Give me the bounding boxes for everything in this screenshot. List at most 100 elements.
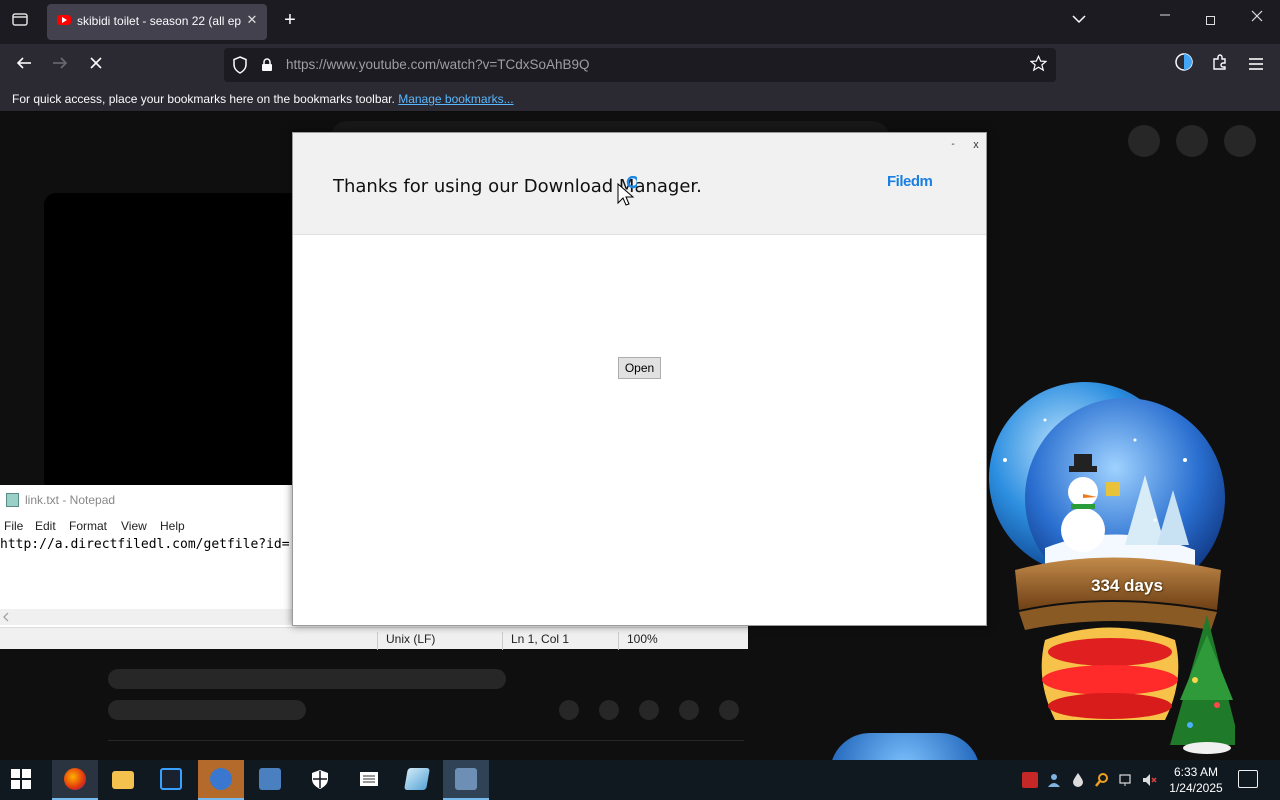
chevron-down-icon (1072, 15, 1086, 24)
notepad-status-bar: Unix (LF) Ln 1, Col 1 100% (0, 627, 748, 650)
menu-view[interactable]: View (121, 519, 147, 533)
download-manager-dialog[interactable]: Thanks for using our Download Manager. F… (292, 132, 987, 626)
snow-globe-countdown-gadget[interactable]: 334 days (985, 380, 1235, 755)
header-skeleton-circle (1176, 125, 1208, 157)
firefox-view-button[interactable] (8, 11, 32, 33)
taskbar-security[interactable] (297, 760, 343, 800)
video-player[interactable] (44, 193, 304, 493)
notes-app-icon (404, 768, 430, 790)
tray-red-icon[interactable] (1022, 772, 1038, 788)
file-explorer-icon (112, 771, 134, 789)
bookmark-star-icon[interactable] (1029, 54, 1048, 77)
network-icon[interactable] (1118, 772, 1134, 788)
header-skeleton-circle (1224, 125, 1256, 157)
computer-icon (259, 768, 281, 790)
stop-icon (90, 57, 102, 69)
cursor-position-status: Ln 1, Col 1 (502, 632, 569, 650)
taskbar-app[interactable] (198, 760, 244, 800)
taskbar-firefox[interactable] (52, 760, 98, 800)
volume-muted-icon[interactable] (1141, 772, 1157, 788)
new-tab-button[interactable]: + (279, 9, 301, 32)
download-manager-icon (455, 768, 477, 790)
hamburger-menu-icon (1249, 58, 1263, 70)
header-skeleton-circle (1128, 125, 1160, 157)
taskbar-download-manager[interactable] (443, 760, 489, 800)
action-skeleton (639, 700, 659, 720)
action-skeleton (599, 700, 619, 720)
zoom-status: 100% (618, 632, 658, 650)
countdown-label: 334 days (1091, 576, 1163, 595)
dialog-close-button[interactable]: x (970, 139, 982, 151)
app-menu-button[interactable] (1242, 52, 1270, 78)
bookmarks-toolbar: For quick access, place your bookmarks h… (0, 86, 1280, 112)
action-skeleton (679, 700, 699, 720)
navigation-toolbar: https://www.youtube.com/watch?v=TCdxSoAh… (0, 44, 1280, 86)
dialog-message: Thanks for using our Download Manager. (333, 176, 702, 197)
back-button[interactable] (10, 52, 38, 78)
window-restore-button[interactable] (1198, 10, 1224, 32)
line-ending-status: Unix (LF) (377, 632, 435, 650)
menu-file[interactable]: File (4, 519, 23, 533)
account-icon (1175, 53, 1193, 71)
tray-drop-icon[interactable] (1070, 772, 1086, 788)
taskbar-file-explorer[interactable] (100, 760, 146, 800)
firefox-view-icon (12, 13, 28, 26)
title-skeleton (108, 669, 506, 689)
visual-studio-icon (160, 768, 182, 790)
scroll-left-icon[interactable] (2, 612, 10, 622)
notepad-icon (6, 493, 19, 507)
window-close-button[interactable] (1244, 9, 1270, 27)
dialog-minimize-button[interactable]: - (947, 139, 959, 150)
tray-user-icon[interactable] (1046, 772, 1062, 788)
stop-loading-button[interactable] (82, 52, 110, 78)
clock-date: 1/24/2025 (1169, 781, 1223, 795)
menu-help[interactable]: Help (160, 519, 185, 533)
taskbar-notes-app[interactable] (394, 760, 440, 800)
notepad-text-area[interactable]: http://a.directfiledl.com/getfile?id= (0, 537, 300, 607)
app-icon (210, 768, 232, 790)
close-icon (1251, 10, 1263, 22)
snow-globe-icon (989, 382, 1235, 754)
tray-search-icon[interactable] (1094, 772, 1110, 788)
bookmarks-hint-text: For quick access, place your bookmarks h… (12, 92, 395, 106)
dialog-header: Thanks for using our Download Manager. F… (293, 133, 986, 235)
taskbar-visual-studio[interactable] (148, 760, 194, 800)
youtube-icon (57, 15, 71, 25)
window-minimize-button[interactable] (1150, 8, 1180, 26)
divider (108, 740, 744, 741)
restore-icon (1206, 16, 1215, 25)
taskbar-computer[interactable] (247, 760, 293, 800)
menu-edit[interactable]: Edit (35, 519, 56, 533)
taskbar-list-app[interactable] (346, 760, 392, 800)
firefox-account-button[interactable] (1170, 52, 1198, 78)
busy-cursor-icon (617, 176, 637, 206)
lock-icon[interactable] (261, 58, 273, 72)
action-skeleton (719, 700, 739, 720)
list-app-icon (360, 772, 378, 786)
security-shield-icon (312, 770, 328, 789)
menu-format[interactable]: Format (69, 519, 107, 533)
tab-youtube[interactable]: skibidi toilet - season 22 (all episodes… (47, 4, 267, 40)
start-button[interactable] (10, 768, 34, 792)
firefox-icon (64, 768, 86, 790)
system-clock[interactable]: 6:33 AM 1/24/2025 (1160, 764, 1232, 796)
minimize-icon (1160, 14, 1170, 16)
filedm-logo: Filedm (887, 173, 933, 190)
horizontal-scrollbar[interactable] (0, 609, 300, 625)
windows-logo-icon (11, 769, 31, 789)
action-center-icon[interactable] (1238, 770, 1258, 788)
tab-bar: skibidi toilet - season 22 (all episodes… (0, 0, 1280, 44)
tab-title: skibidi toilet - season 22 (all episodes… (77, 14, 241, 28)
url-bar[interactable]: https://www.youtube.com/watch?v=TCdxSoAh… (224, 48, 1056, 82)
extensions-button[interactable] (1206, 52, 1234, 78)
clock-time: 6:33 AM (1173, 765, 1219, 779)
url-text[interactable]: https://www.youtube.com/watch?v=TCdxSoAh… (286, 57, 590, 72)
tab-close-button[interactable]: ✕ (244, 12, 260, 30)
shield-icon[interactable] (232, 56, 248, 74)
forward-button[interactable] (46, 52, 74, 78)
list-all-tabs-button[interactable] (1072, 12, 1086, 27)
notepad-title: link.txt - Notepad (25, 493, 116, 507)
open-button[interactable]: Open (618, 357, 661, 379)
windows-taskbar: 6:33 AM 1/24/2025 (0, 760, 1280, 800)
manage-bookmarks-link[interactable]: Manage bookmarks... (398, 92, 513, 106)
